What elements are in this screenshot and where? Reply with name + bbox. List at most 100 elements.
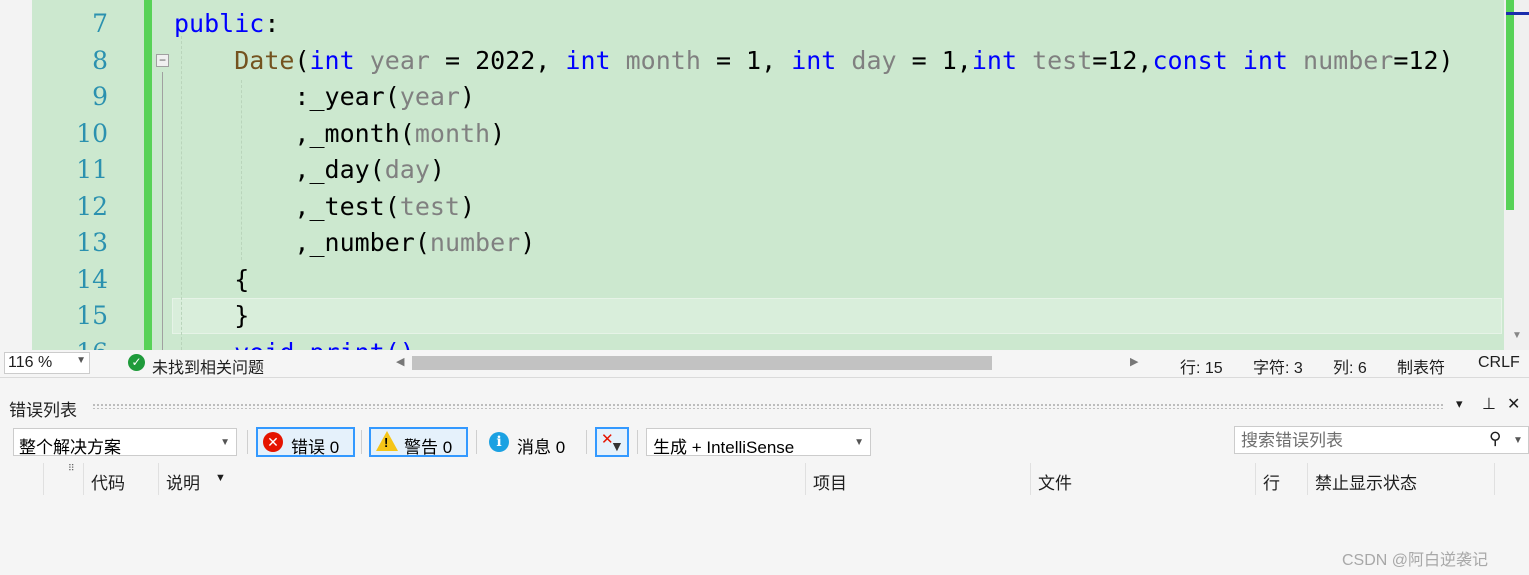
code-text: ,_day(: [294, 155, 385, 184]
messages-label: 消息 0: [517, 438, 566, 457]
code-text: void print(): [234, 338, 415, 350]
parameter: test: [399, 192, 460, 221]
line-number: 11: [76, 155, 108, 184]
warnings-filter-button[interactable]: ! 警告 0: [369, 427, 468, 457]
watermark: CSDN @阿白逆袭记: [1342, 552, 1489, 569]
column-header-file[interactable]: 文件: [1030, 463, 1255, 495]
code-line-15: }: [174, 298, 249, 334]
filter-funnel-icon: ▼: [610, 438, 624, 454]
code-line-14: {: [174, 262, 249, 298]
issues-status[interactable]: 未找到相关问题: [152, 354, 264, 378]
column-header-description[interactable]: 说明 ▼: [158, 463, 805, 495]
parameter: year: [369, 46, 430, 75]
char-indicator[interactable]: 字符: 3: [1253, 354, 1303, 378]
dropdown-icon: ▼: [854, 437, 864, 448]
line-number: 7: [92, 9, 108, 38]
scope-value: 整个解决方案: [19, 438, 121, 457]
keyword: public: [174, 9, 265, 38]
outline-line: [162, 72, 163, 350]
parameter: number: [429, 228, 521, 257]
pin-icon[interactable]: ⊥: [1482, 394, 1496, 414]
info-icon: i: [489, 432, 509, 452]
line-number: 14: [76, 265, 108, 294]
column-header-select[interactable]: [5, 463, 43, 495]
column-indicator[interactable]: 列: 6: [1333, 354, 1367, 378]
dropdown-icon: ▼: [220, 437, 230, 448]
column-header-suppression[interactable]: 禁止显示状态: [1307, 463, 1495, 495]
code-line-9: :_year(year): [174, 79, 475, 115]
parameter: year: [399, 82, 460, 111]
collapse-icon[interactable]: −: [156, 54, 169, 67]
column-label: 代码: [91, 474, 125, 493]
panel-drag-grip[interactable]: [92, 403, 1444, 409]
scroll-right-icon[interactable]: ▶: [1130, 355, 1138, 368]
tabs-indicator[interactable]: 制表符: [1397, 354, 1445, 378]
punctuation: :: [264, 9, 280, 38]
toolbar-separator: [361, 430, 362, 454]
toolbar-separator: [247, 430, 248, 454]
column-header-category[interactable]: ⠿: [43, 463, 83, 495]
code-text: = 2022,: [429, 46, 566, 75]
scope-dropdown[interactable]: 整个解决方案 ▼: [13, 428, 237, 457]
code-line-8: Date(int year = 2022, int month = 1, int…: [174, 43, 1454, 79]
column-header-line[interactable]: 行: [1255, 463, 1307, 495]
code-text: =12,: [1092, 46, 1153, 75]
warning-icon: !: [376, 431, 398, 451]
change-tracking-bar: [144, 0, 152, 350]
column-label: 说明: [166, 474, 200, 493]
column-label: 文件: [1038, 474, 1072, 493]
code-line-10: ,_month(month): [174, 116, 505, 152]
column-header-code[interactable]: 代码: [83, 463, 158, 495]
code-text: ): [460, 82, 476, 111]
type-keyword: int: [565, 46, 611, 75]
horizontal-scrollbar-thumb[interactable]: [412, 356, 992, 370]
errors-filter-button[interactable]: ✕ 错误 0: [256, 427, 355, 457]
toolbar-separator: [476, 430, 477, 454]
search-box[interactable]: ⚲ ▼: [1234, 426, 1529, 454]
code-line-13: ,_number(number): [174, 225, 535, 261]
line-number: 8: [92, 46, 108, 75]
code-text: ): [490, 119, 506, 148]
line-number: 9: [92, 82, 108, 111]
sort-desc-icon: ▼: [215, 472, 226, 484]
window-position-dropdown-icon[interactable]: ▾: [1456, 396, 1463, 412]
zoom-dropdown[interactable]: 116 % ▼: [4, 352, 90, 374]
type-keyword: int: [971, 46, 1017, 75]
close-icon[interactable]: ✕: [1507, 394, 1520, 414]
function-name: Date: [234, 46, 295, 75]
parameter: month: [414, 119, 491, 148]
toolbar-separator: [637, 430, 638, 454]
type-keyword: int: [309, 46, 355, 75]
code-line-16: void print(): [174, 335, 415, 350]
close-brace: }: [234, 301, 250, 330]
line-number-margin: 7 8 9 10 11 12 13 14 15 16: [32, 0, 144, 350]
parameter: day: [384, 155, 430, 184]
code-text: ): [520, 228, 536, 257]
error-table-body[interactable]: [5, 495, 1529, 575]
dropdown-icon: ▼: [76, 355, 86, 366]
search-input[interactable]: [1236, 428, 1483, 454]
line-ending-indicator[interactable]: CRLF: [1478, 354, 1520, 372]
code-text: = 1,: [700, 46, 792, 75]
search-icon[interactable]: ⚲: [1489, 429, 1501, 449]
messages-filter-button[interactable]: i 消息 0: [483, 427, 577, 457]
column-header-project[interactable]: 项目: [805, 463, 1030, 495]
column-label: 行: [1263, 474, 1280, 493]
parameter: number: [1303, 46, 1394, 75]
punctuation: (: [294, 46, 310, 75]
column-label: 禁止显示状态: [1315, 474, 1417, 493]
source-dropdown[interactable]: 生成 + IntelliSense ▼: [646, 428, 871, 457]
check-circle-icon: ✓: [128, 354, 145, 371]
line-number: 10: [76, 119, 108, 148]
line-indicator[interactable]: 行: 15: [1180, 354, 1223, 378]
search-options-dropdown-icon[interactable]: ▼: [1513, 435, 1523, 446]
code-text: ): [460, 192, 476, 221]
parameter: month: [625, 46, 701, 75]
warnings-label: 警告 0: [404, 438, 453, 457]
scroll-down-icon[interactable]: ▼: [1512, 330, 1522, 341]
scroll-left-icon[interactable]: ◀: [396, 355, 404, 368]
code-line-7: public:: [174, 6, 279, 42]
code-text: =12): [1393, 46, 1454, 75]
clear-filter-button[interactable]: ✕ ▼: [595, 427, 629, 457]
code-editor[interactable]: 7 8 9 10 11 12 13 14 15 16 − public: Dat…: [0, 0, 1529, 350]
